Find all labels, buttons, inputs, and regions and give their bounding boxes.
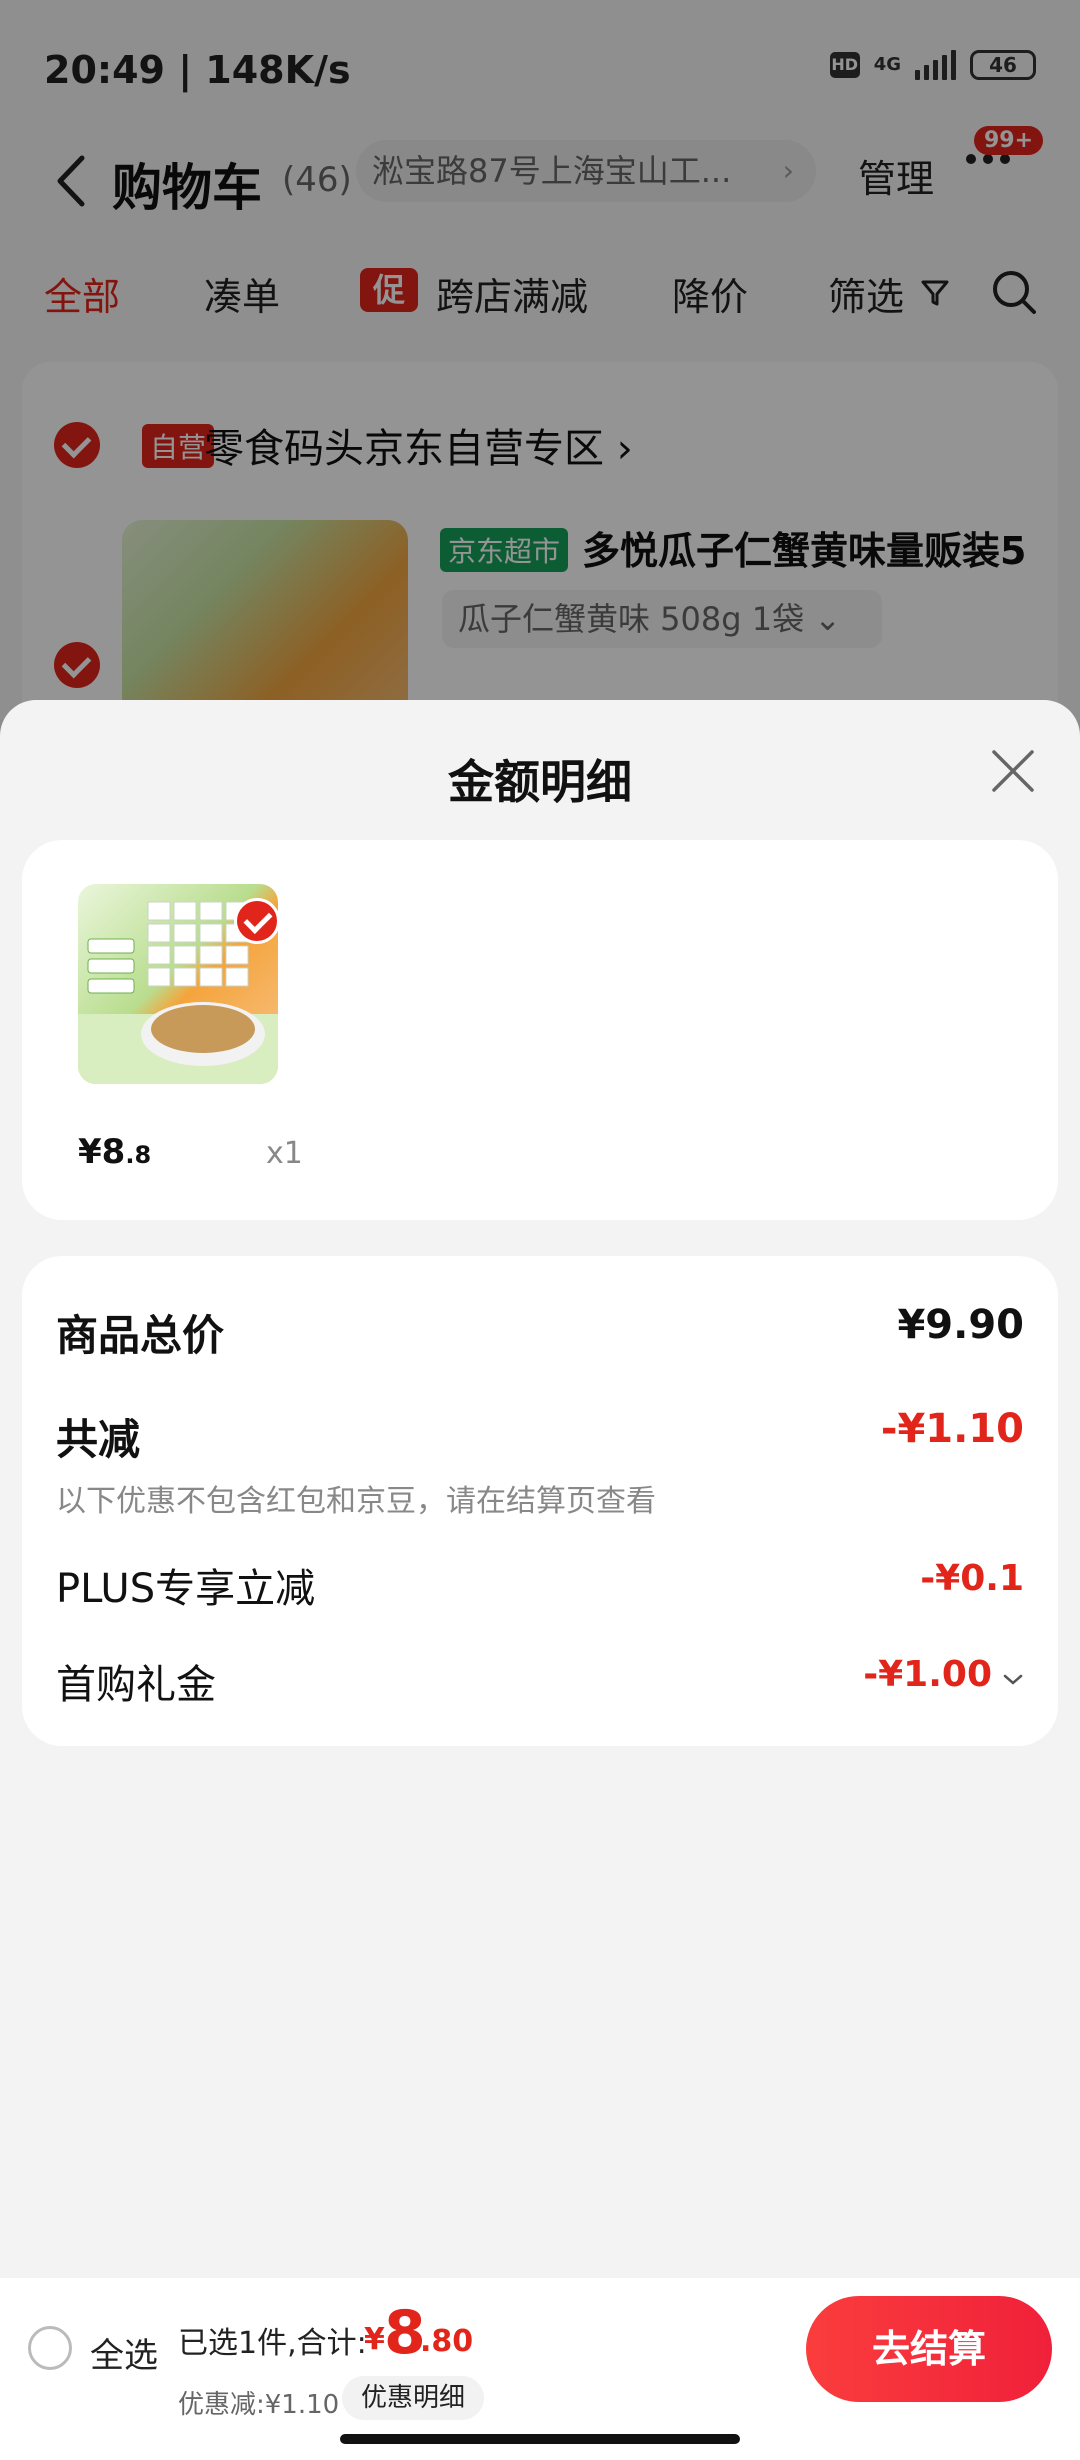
reduction-value: -¥1.10 [880,1406,1024,1452]
discount-detail-button[interactable]: 优惠明细 [342,2376,484,2420]
discount-text: 优惠减:¥1.10 [178,2390,340,2420]
selected-summary: 已选1件,合计: [178,2326,367,2361]
sheet-title: 金额明细 [448,755,632,809]
reduction-note: 以下优惠不包含红包和京豆，请在结算页查看 [56,1484,656,1519]
item-price: ¥8.8 [78,1132,151,1172]
plus-discount-label: PLUS专享立减 [56,1566,316,1612]
item-price-decimal: .8 [125,1141,152,1169]
selected-items-card: ¥8.8 x1 [22,840,1058,1220]
first-purchase-label: 首购礼金 [56,1662,216,1708]
amount-detail-sheet: 金额明细 ¥8.8 x1 商品总价 ¥9.90 共减 -¥1.10 以下优惠不包… [0,700,1080,2460]
item-selected-check-icon[interactable] [234,898,280,944]
close-icon[interactable] [990,748,1036,794]
reduction-label: 共减 [56,1415,141,1464]
item-quantity: x1 [266,1136,303,1171]
total-price-label: 商品总价 [56,1311,225,1360]
select-all-label[interactable]: 全选 [90,2328,158,2377]
chevron-down-icon[interactable] [1002,1672,1024,1688]
home-indicator[interactable] [340,2434,740,2444]
select-all-checkbox[interactable] [28,2326,72,2370]
total-price-value: ¥9.90 [897,1302,1024,1348]
checkout-bar: 全选 已选1件,合计: ¥ 8 .80 优惠减:¥1.10 优惠明细 去结算 [0,2278,1080,2460]
item-price-main: ¥8 [78,1132,126,1172]
checkout-button[interactable]: 去结算 [806,2296,1052,2402]
price-detail-card: 商品总价 ¥9.90 共减 -¥1.10 以下优惠不包含红包和京豆，请在结算页查… [22,1256,1058,1746]
first-purchase-value[interactable]: -¥1.00 [863,1654,992,1695]
total-currency: ¥ [364,2322,385,2357]
plus-discount-value: -¥0.1 [920,1558,1024,1599]
total-decimal: .80 [420,2324,474,2359]
